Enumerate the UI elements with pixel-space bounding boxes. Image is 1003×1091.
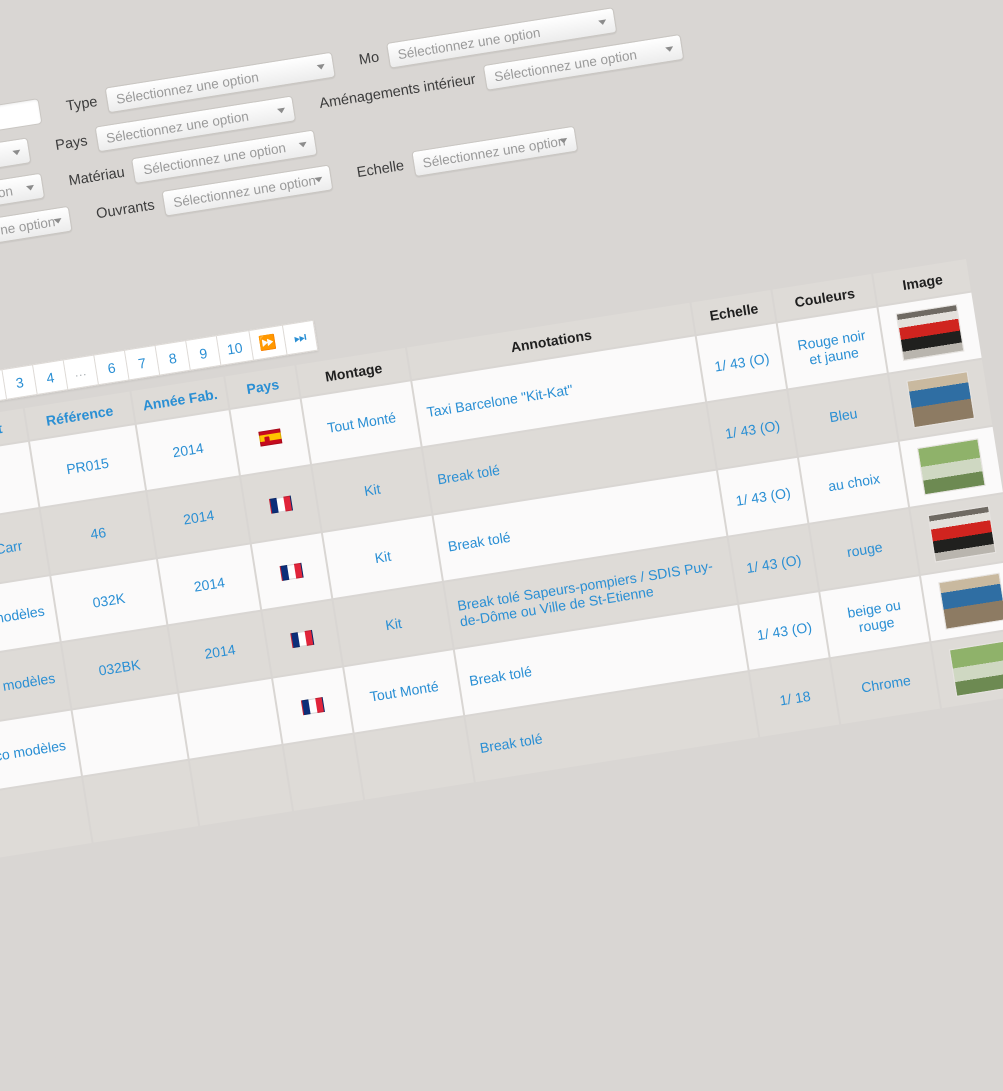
- pagination-ellipsis: ...: [63, 354, 100, 391]
- chevron-down-icon: [597, 19, 607, 26]
- ouvrants-select-value: Sélectionnez une option: [172, 172, 317, 210]
- chevron-down-icon: [299, 141, 308, 148]
- label-montage: Mo: [357, 49, 381, 69]
- cell-image[interactable]: [921, 561, 1003, 642]
- model-photo-thumbnail[interactable]: [949, 639, 1003, 697]
- model-photo-thumbnail[interactable]: [896, 303, 965, 362]
- cell-image[interactable]: [932, 628, 1003, 709]
- cell-annee-fab: 2014: [157, 544, 261, 625]
- cell-reference: [83, 760, 199, 843]
- label-echelle: Echelle: [355, 157, 406, 182]
- cell-echelle: 1/ 18: [750, 659, 840, 737]
- optiques-select[interactable]: Sélectionnez une option: [0, 205, 73, 258]
- cell-couleurs: Chrome: [831, 643, 941, 725]
- chevron-down-icon: [558, 137, 568, 145]
- cell-pays: [231, 398, 311, 476]
- label-type: Type: [65, 94, 99, 115]
- cell-echelle: 1/ 43 (O): [718, 457, 808, 536]
- cell-annee-fab: [179, 678, 282, 759]
- pagination-page-9[interactable]: 9: [186, 335, 222, 371]
- cell-fabricant: [0, 777, 92, 861]
- model-photo-thumbnail[interactable]: [928, 505, 997, 563]
- model-photo-thumbnail[interactable]: [938, 572, 1003, 630]
- chevron-down-icon: [314, 176, 323, 183]
- table-body: PR015 2014 Tout Monté Taxi Barcelone "Kit-K…: [0, 292, 1003, 887]
- cell-pays: [252, 533, 332, 610]
- chevron-down-icon: [12, 149, 22, 156]
- optiques-select-value: Sélectionnez une option: [0, 213, 57, 251]
- materiau-select-value: Sélectionnez une option: [142, 139, 287, 177]
- cell-echelle: 1/ 43 (O): [739, 592, 830, 670]
- amenagements-select-value: Sélectionnez une option: [493, 46, 638, 84]
- chevron-down-icon: [664, 46, 674, 53]
- label-ouvrants: Ouvrants: [95, 197, 156, 223]
- cell-image[interactable]: [910, 493, 1003, 574]
- rotated-page-canvas: es miniatures Peug sage exclusif des mem…: [0, 0, 1003, 1091]
- flag-spain-icon: [258, 428, 283, 447]
- cell-annee-fab: 2014: [136, 410, 240, 490]
- flag-france-icon: [280, 563, 305, 582]
- flag-france-icon: [269, 495, 294, 515]
- cell-pays: [284, 734, 364, 811]
- pagination-page-6[interactable]: 6: [94, 349, 130, 386]
- chevron-down-icon: [316, 63, 326, 71]
- chevron-down-icon: [276, 107, 286, 114]
- model-photo-thumbnail[interactable]: [917, 438, 987, 496]
- pagination-page-8[interactable]: 8: [155, 340, 191, 376]
- pagination-next[interactable]: ⏩: [248, 324, 288, 361]
- pagination-page-10[interactable]: 10: [216, 330, 254, 366]
- cell-echelle: 1/ 43 (O): [697, 323, 787, 402]
- cell-annee-fab: 2014: [147, 477, 250, 558]
- label-pays: Pays: [54, 133, 89, 154]
- chevron-down-icon: [26, 184, 35, 192]
- echelle-select-value: Sélectionnez une option: [421, 132, 567, 171]
- label-materiau: Matériau: [67, 164, 126, 190]
- cell-image[interactable]: [878, 292, 983, 373]
- label-amenagements: Aménagements intérieur: [318, 71, 477, 113]
- chevron-down-icon: [53, 217, 63, 225]
- cell-annee-fab: 2014: [168, 611, 272, 692]
- model-photo-thumbnail[interactable]: [906, 371, 976, 429]
- pagination-page-7[interactable]: 7: [124, 344, 161, 381]
- pays-select-value: Sélectionnez une option: [105, 108, 250, 146]
- cell-image[interactable]: [900, 426, 1003, 507]
- cell-pays: [273, 667, 354, 744]
- pagination-last[interactable]: ⏭: [282, 319, 319, 356]
- flag-france-icon: [301, 697, 326, 716]
- field-optiques-directionnelles: ues directionnelles Sélectionnez une opt…: [0, 205, 73, 278]
- cell-image[interactable]: [889, 359, 993, 440]
- cell-echelle: 1/ 43 (O): [707, 390, 798, 469]
- pagination-page-4[interactable]: 4: [32, 359, 69, 395]
- cell-pays: [241, 466, 322, 543]
- pagination-page-3[interactable]: 3: [2, 364, 38, 400]
- flag-france-icon: [290, 630, 315, 649]
- cell-echelle: 1/ 43 (O): [729, 524, 819, 603]
- cell-annee-fab: [189, 745, 293, 826]
- cell-pays: [262, 600, 343, 677]
